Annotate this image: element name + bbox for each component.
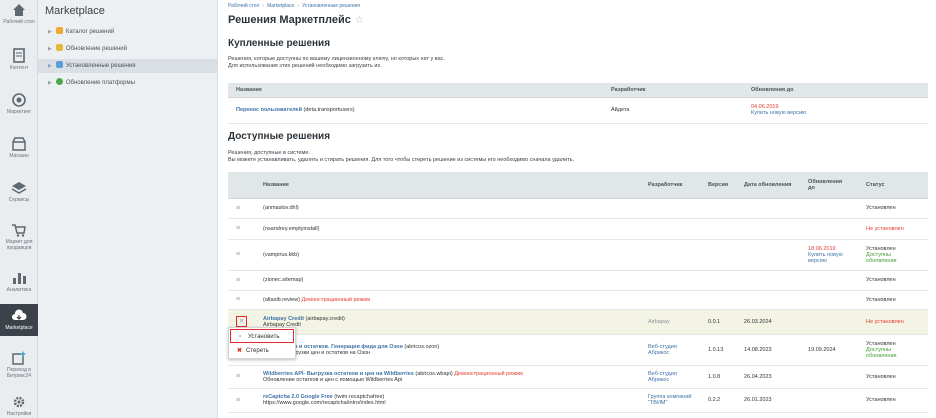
install-menu-item[interactable]: • Установить — [230, 329, 294, 343]
row-actions-button[interactable]: ≡ — [236, 316, 247, 327]
gear-icon — [13, 396, 25, 408]
rail-item-bitrix24[interactable]: Переход в Битрикс24 — [0, 350, 38, 386]
chevron-right-icon: ▶ — [48, 80, 52, 86]
purchased-table: Название Разработчик Обновления до Перен… — [228, 83, 928, 124]
sparkle-icon — [12, 351, 26, 365]
rail-item-market-sellers[interactable]: Маркет для продавцов — [0, 222, 38, 258]
menu-icon[interactable]: ≡ — [236, 205, 240, 212]
rail-item-settings[interactable]: Настройки — [0, 394, 38, 418]
table-row: ≡ (zionec.sitemap) Установлен — [228, 270, 928, 291]
col-name[interactable]: Название — [255, 172, 640, 199]
main-content: Рабочий стол › Marketplace › Установленные р… — [219, 0, 936, 418]
menu-icon[interactable]: ≡ — [236, 225, 240, 232]
table-row: Перенос пользователей (deta.transportuse… — [228, 97, 928, 124]
menu-icon[interactable]: ≡ — [236, 397, 240, 404]
close-icon: ✖ — [237, 348, 243, 354]
cart-icon — [12, 224, 26, 237]
breadcrumb-item[interactable]: Установленные решения — [302, 3, 360, 9]
home-icon — [13, 4, 25, 16]
purchased-desc: Решения, которые доступны по вашему лице… — [228, 56, 445, 69]
breadcrumb-item[interactable]: Marketplace — [267, 3, 294, 9]
table-row: ≡ (vampirus.kkb) 18.06.2019 Купить новую … — [228, 239, 928, 271]
catalog-icon — [55, 27, 63, 34]
erase-menu-item[interactable]: ✖ Стереть — [229, 344, 295, 358]
document-icon — [13, 48, 25, 63]
buy-new-version-link[interactable]: Купить новую версию — [751, 110, 920, 116]
row-context-menu: • Установить ✖ Стереть — [228, 327, 296, 359]
updates-icon — [55, 44, 63, 51]
star-icon[interactable]: ☆ — [355, 15, 364, 26]
platform-icon — [55, 78, 63, 85]
table-row: ≡ reCaptcha 2.0 Google Free (twim.recapt… — [228, 388, 928, 413]
col-status[interactable]: Статус — [858, 172, 928, 199]
left-rail: Рабочий стол Контент Маркетинг Магазин С… — [0, 0, 38, 418]
bullet-icon: • — [239, 334, 242, 340]
col-version[interactable]: Версия — [700, 172, 737, 199]
menu-item-platform-update[interactable]: ▶ Обновление платформы — [38, 76, 218, 90]
table-row-selected: ≡ Airbapay Credit (airbapay.credit) Airba… — [228, 309, 928, 335]
table-row: грузка цен и остатков. Генерация фида дл… — [228, 334, 928, 366]
target-icon — [12, 93, 26, 107]
table-row: ≡ (anmaslov.dhl) Установлен — [228, 198, 928, 219]
cloud-icon — [12, 309, 27, 320]
chevron-right-icon: ▶ — [48, 29, 52, 35]
installed-icon — [55, 61, 63, 68]
menu-item-catalog[interactable]: ▶ Каталог решений — [38, 25, 218, 39]
available-table: Название Разработчик Версия Дата обновле… — [228, 172, 928, 413]
col-updates-until[interactable]: Обновления до — [800, 172, 859, 199]
solution-link[interactable]: Wildberries API- Выгрузка остатков и цен… — [263, 371, 414, 377]
solution-link[interactable]: Перенос пользователей — [236, 107, 302, 113]
chevron-right-icon: ▶ — [48, 63, 52, 69]
solution-link[interactable]: Airbapay Credit — [263, 316, 304, 322]
col-developer[interactable]: Разработчик — [603, 83, 743, 98]
chart-icon — [13, 273, 26, 284]
table-row: ≡ Wildberries API- Выгрузка остатков и ц… — [228, 365, 928, 389]
rail-item-content[interactable]: Контент — [0, 48, 38, 78]
rail-item-marketing[interactable]: Маркетинг — [0, 92, 38, 122]
page-title: Решения Маркетплейс ☆ — [228, 14, 364, 26]
available-title: Доступные решения — [228, 131, 331, 142]
rail-item-services[interactable]: Сервисы — [0, 180, 38, 210]
marketplace-menu: Marketplace ▶ Каталог решений ▶ Обновление… — [38, 0, 218, 418]
col-date[interactable]: Дата обновления — [736, 172, 801, 199]
table-row: ≡ (altasib.review) Демонстрационный режи… — [228, 290, 928, 310]
chevron-right-icon: ▶ — [48, 46, 52, 52]
menu-icon[interactable]: ≡ — [236, 296, 240, 303]
menu-title: Marketplace — [45, 5, 105, 17]
menu-icon[interactable]: ≡ — [236, 277, 240, 284]
purchased-title: Купленные решения — [228, 38, 331, 49]
menu-icon[interactable]: ≡ — [236, 373, 240, 380]
breadcrumb: Рабочий стол › Marketplace › Установленные р… — [228, 3, 361, 9]
rail-item-analytics[interactable]: Аналитика — [0, 270, 38, 300]
layers-icon — [11, 182, 27, 194]
shop-icon — [12, 137, 26, 151]
menu-icon[interactable]: ≡ — [236, 251, 240, 258]
buy-new-version-link[interactable]: Купить новую версию — [808, 252, 850, 264]
rail-item-marketplace[interactable]: Marketplace — [0, 304, 38, 336]
available-desc: Решения, доступные в системе. Вы можете у… — [228, 150, 575, 163]
breadcrumb-item[interactable]: Рабочий стол — [228, 3, 259, 9]
rail-item-desktop[interactable]: Рабочий стол — [0, 2, 38, 34]
col-updates[interactable]: Обновления до — [743, 83, 928, 98]
menu-item-installed[interactable]: ▶ Установленные решения — [38, 59, 218, 73]
table-row: ≡ (nsandrey.emptyinstall) Не установлен — [228, 218, 928, 240]
col-name[interactable]: Название — [228, 83, 603, 98]
col-developer[interactable]: Разработчик — [640, 172, 700, 199]
rail-item-shop[interactable]: Магазин — [0, 136, 38, 166]
menu-item-updates[interactable]: ▶ Обновление решений — [38, 42, 218, 56]
